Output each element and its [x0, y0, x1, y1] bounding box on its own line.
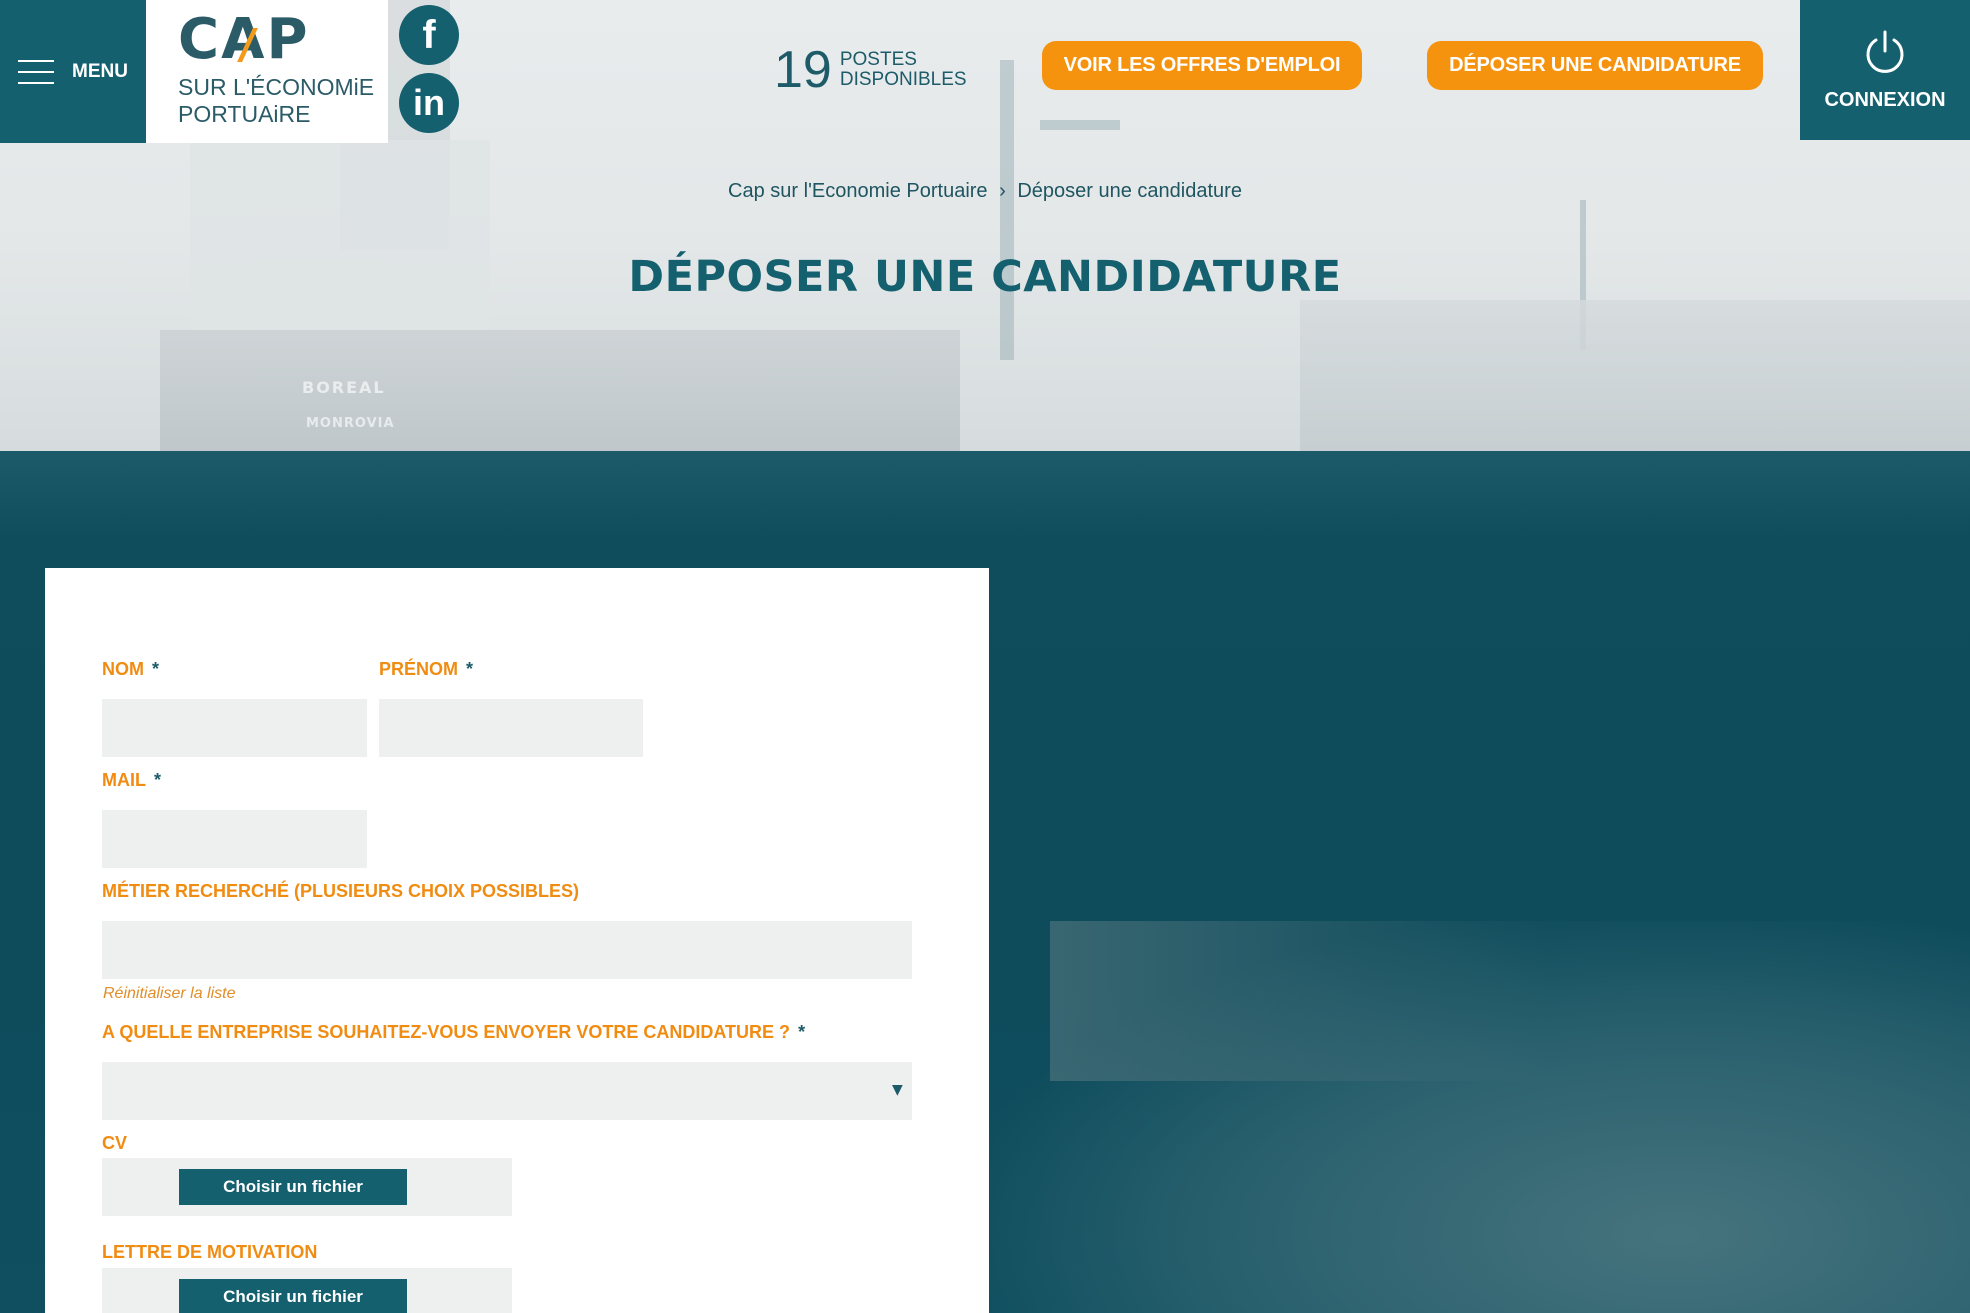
metier-label: MÉTIER RECHERCHÉ (PLUSIEURS CHOIX POSSIB… [102, 881, 580, 901]
ship-port-text: MONROVIA [306, 416, 395, 431]
submit-application-button[interactable]: DÉPOSER UNE CANDIDATURE [1427, 41, 1763, 90]
breadcrumb: Cap sur l'Economie Portuaire › Déposer u… [0, 180, 1970, 203]
site-logo[interactable]: CAP SUR L'ÉCONOMiE PORTUAiRE [146, 0, 388, 143]
facebook-icon[interactable]: f [399, 5, 459, 65]
login-label: CONNEXION [1824, 88, 1946, 111]
power-icon [1866, 30, 1904, 73]
view-job-offers-button[interactable]: VOIR LES OFFRES D'EMPLOI [1042, 41, 1362, 90]
breadcrumb-home-link[interactable]: Cap sur l'Economie Portuaire [728, 180, 988, 202]
prenom-label: PRÉNOM * [379, 659, 474, 679]
entreprise-label: A QUELLE ENTREPRISE SOUHAITEZ-VOUS ENVOY… [102, 1022, 806, 1042]
logo-cap-text: CAP [178, 7, 310, 72]
lettre-upload-field: Choisir un fichier [102, 1268, 512, 1313]
application-form: NOM * PRÉNOM * MAIL * MÉTIER RECHERCHÉ (PLU… [45, 568, 989, 1313]
logo-line1: SUR L'ÉCONOMiE [178, 74, 375, 100]
hero-crane [1000, 60, 1014, 360]
linkedin-icon[interactable]: in [399, 73, 459, 133]
jobs-count: 19 [774, 41, 832, 99]
login-button[interactable]: CONNEXION [1800, 0, 1970, 140]
reset-list-link[interactable]: Réinitialiser la liste [103, 985, 236, 1003]
background-jetty [1050, 921, 1550, 1081]
ship-name-text: BOREAL [302, 378, 386, 397]
menu-label: MENU [72, 60, 128, 82]
lettre-choose-file-button[interactable]: Choisir un fichier [179, 1279, 407, 1313]
mail-field[interactable] [102, 810, 367, 868]
jobs-count-label: POSTES DISPONIBLES [839, 49, 967, 90]
hero-quay [1300, 300, 1970, 451]
cv-upload-field: Choisir un fichier [102, 1158, 512, 1216]
nom-field[interactable] [102, 699, 367, 757]
dropdown-arrow-icon: ▼ [892, 1082, 903, 1098]
metier-multiselect[interactable] [102, 921, 912, 979]
breadcrumb-current: Déposer une candidature [1017, 180, 1242, 202]
menu-button[interactable]: MENU [0, 0, 146, 143]
cv-label: CV [102, 1133, 128, 1153]
cv-choose-file-button[interactable]: Choisir un fichier [179, 1169, 407, 1205]
page-title: DÉPOSER UNE CANDIDATURE [628, 252, 1342, 302]
nom-label: NOM * [102, 659, 160, 679]
prenom-field[interactable] [379, 699, 643, 757]
hamburger-icon [18, 59, 55, 84]
lettre-label: LETTRE DE MOTIVATION [102, 1242, 318, 1262]
hero-crane-arm [1040, 120, 1120, 130]
available-jobs-counter: 19 POSTES DISPONIBLES [774, 44, 967, 96]
logo-line2: PORTUAiRE [178, 101, 311, 127]
hero-ship-hull [160, 330, 960, 451]
mail-label: MAIL * [102, 770, 162, 790]
entreprise-select[interactable] [102, 1062, 912, 1120]
breadcrumb-separator: › [999, 180, 1006, 202]
